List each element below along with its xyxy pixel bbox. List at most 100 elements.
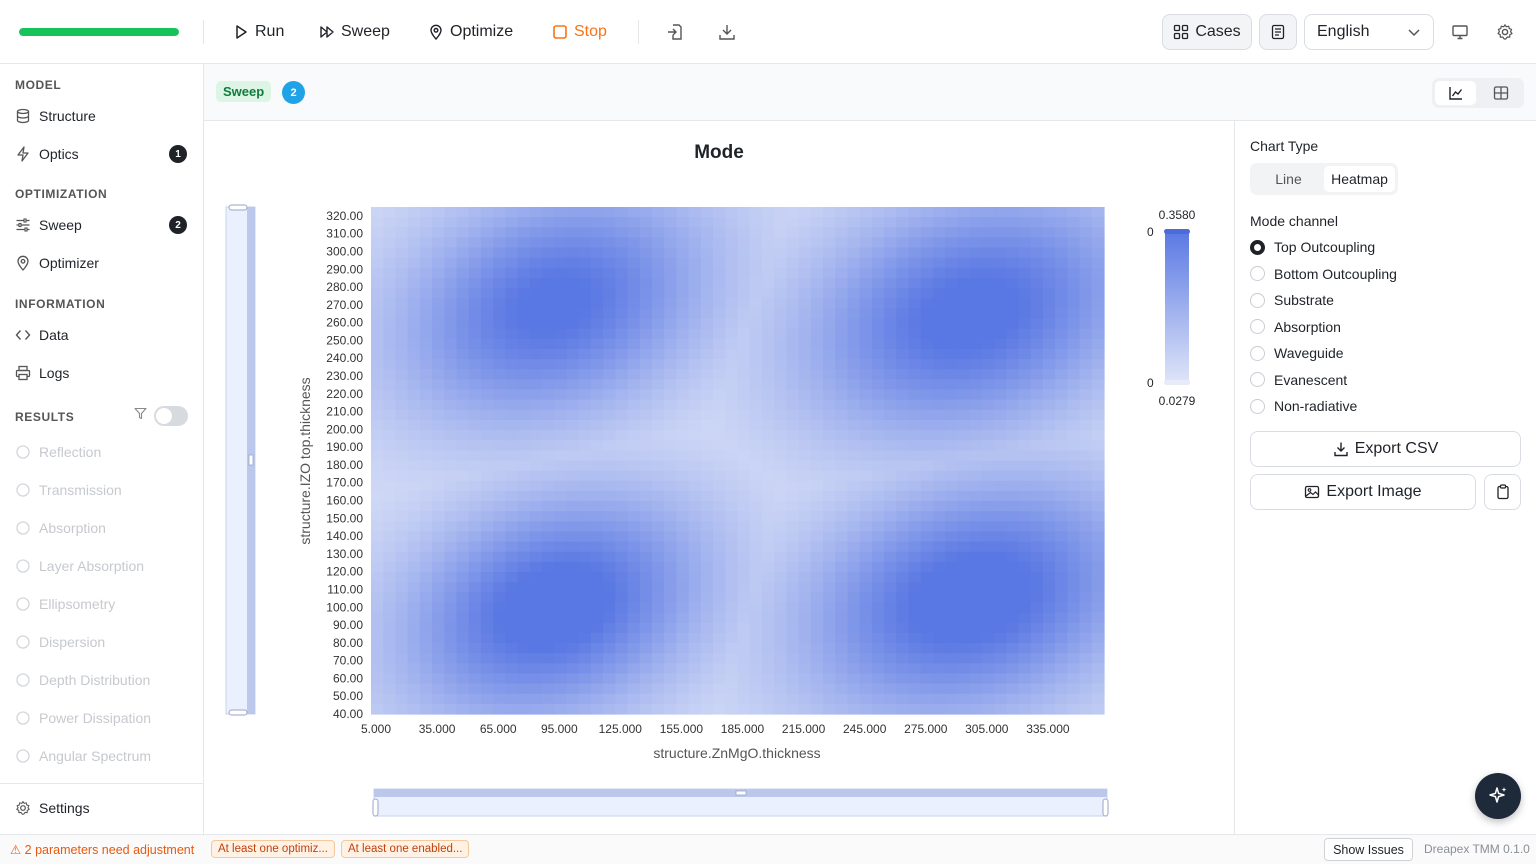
- mode-channel-option[interactable]: Top Outcoupling: [1250, 239, 1375, 255]
- sidebar-item-absorption[interactable]: Absorption: [15, 514, 191, 542]
- filter-icon[interactable]: [134, 407, 147, 420]
- heatmap-cell: [651, 217, 665, 228]
- export-image-button[interactable]: Export Image: [1250, 474, 1476, 510]
- section-information: INFORMATION: [15, 297, 106, 311]
- heatmap-cell: [994, 521, 1007, 533]
- heatmap-cell: [1091, 511, 1105, 522]
- heatmap-cell: [1006, 247, 1020, 259]
- sidebar-item-optimizer[interactable]: Optimizer: [15, 249, 191, 277]
- heatmap-cell: [444, 582, 458, 593]
- sidebar-item-reflection[interactable]: Reflection: [15, 438, 191, 466]
- document-button[interactable]: [1259, 14, 1297, 50]
- sidebar-item-power-dissipation[interactable]: Power Dissipation: [15, 704, 191, 732]
- heatmap-cell: [505, 298, 519, 309]
- heatmap-cell: [884, 551, 897, 563]
- heatmap-cell: [859, 277, 873, 289]
- table-view-button[interactable]: [1480, 81, 1521, 105]
- heatmap-cell: [603, 572, 616, 583]
- heatmap-cell: [932, 419, 946, 431]
- mode-channel-option[interactable]: Substrate: [1250, 292, 1334, 308]
- sidebar-item-dispersion[interactable]: Dispersion: [15, 628, 191, 656]
- heatmap-cell: [749, 348, 763, 360]
- heatmap-cell: [713, 217, 726, 228]
- heatmap-cell: [737, 419, 751, 431]
- mode-channel-option[interactable]: Evanescent: [1250, 372, 1347, 388]
- import-icon[interactable]: [663, 20, 687, 44]
- sidebar-item-data[interactable]: Data: [15, 321, 191, 349]
- heatmap-cell: [945, 277, 958, 289]
- monitor-icon[interactable]: [1448, 20, 1472, 44]
- radio-button[interactable]: [1250, 239, 1265, 255]
- heatmap-cell: [444, 257, 458, 269]
- heatmap-cell: [444, 288, 458, 299]
- heatmap-cell: [1030, 582, 1044, 593]
- heatmap-cell: [920, 663, 934, 675]
- radio-button[interactable]: [1250, 345, 1265, 361]
- mode-channel-option[interactable]: Bottom Outcoupling: [1250, 266, 1397, 282]
- heatmap-cell: [664, 531, 678, 543]
- heatmap-cell: [847, 338, 861, 350]
- heatmap-cell: [798, 703, 812, 715]
- heatmap-cell: [786, 612, 800, 624]
- optimize-button[interactable]: Optimize: [428, 18, 513, 46]
- heatmap-cell: [688, 399, 702, 411]
- show-issues-button[interactable]: Show Issues: [1324, 838, 1413, 861]
- chart-view-button[interactable]: [1435, 81, 1476, 105]
- issue-chip[interactable]: At least one optimiz...: [211, 840, 335, 858]
- x-zoom-slider[interactable]: [372, 788, 1109, 817]
- language-select[interactable]: English: [1304, 14, 1434, 50]
- mode-channel-option[interactable]: Waveguide: [1250, 345, 1344, 361]
- mode-channel-option[interactable]: Absorption: [1250, 319, 1341, 335]
- heatmap-cell: [1030, 338, 1044, 350]
- heatmap-cell: [529, 298, 543, 309]
- radio-button[interactable]: [1250, 372, 1265, 387]
- radio-button[interactable]: [1250, 292, 1265, 308]
- heatmap-cell: [810, 450, 824, 462]
- sidebar-item-layer-absorption[interactable]: Layer Absorption: [15, 552, 191, 580]
- sidebar-item-logs[interactable]: Logs: [15, 359, 191, 387]
- sweep-button[interactable]: Sweep: [319, 18, 390, 46]
- heatmap-cell: [578, 501, 592, 512]
- chart-type-line[interactable]: Line: [1253, 166, 1324, 192]
- cases-button[interactable]: Cases: [1162, 14, 1252, 50]
- sidebar-item-settings[interactable]: Settings: [15, 794, 191, 822]
- ai-assistant-button[interactable]: [1475, 773, 1521, 819]
- radio-button[interactable]: [1250, 398, 1265, 414]
- run-button[interactable]: Run: [233, 18, 284, 46]
- sidebar-item-label: Layer Absorption: [39, 558, 145, 574]
- heatmap-cell: [603, 247, 616, 259]
- sidebar-item-depth-distribution[interactable]: Depth Distribution: [15, 666, 191, 694]
- y-zoom-slider[interactable]: [225, 204, 256, 716]
- heatmap-cell: [932, 440, 946, 451]
- download-icon[interactable]: [715, 20, 739, 44]
- heatmap-cell: [493, 622, 506, 634]
- radio-button[interactable]: [1250, 266, 1265, 281]
- mode-channel-option[interactable]: Non-radiative: [1250, 398, 1357, 414]
- sidebar-item-transmission[interactable]: Transmission: [15, 476, 191, 504]
- results-toggle[interactable]: [154, 406, 188, 426]
- sidebar-item-ellipsometry[interactable]: Ellipsometry: [15, 590, 191, 618]
- heatmap-cell: [493, 602, 506, 614]
- stop-button[interactable]: Stop: [552, 18, 607, 46]
- chart-type-heatmap[interactable]: Heatmap: [1324, 166, 1395, 192]
- heatmap-cell: [664, 359, 678, 370]
- heatmap-cell: [1091, 237, 1105, 249]
- heatmap-cell: [981, 217, 995, 228]
- sidebar-item-angular-spectrum[interactable]: Angular Spectrum: [15, 742, 191, 770]
- sidebar-item-optics[interactable]: Optics 1: [15, 140, 191, 168]
- warning-text[interactable]: ⚠ 2 parameters need adjustment: [10, 842, 194, 857]
- gear-icon[interactable]: [1493, 20, 1517, 44]
- radio-button[interactable]: [1250, 319, 1265, 334]
- heatmap-cell: [517, 541, 531, 553]
- heatmap-cell: [676, 643, 690, 654]
- issue-chip[interactable]: At least one enabled...: [341, 840, 470, 858]
- heatmap-cell: [884, 338, 897, 350]
- heatmap-cell: [798, 460, 812, 472]
- sidebar-item-structure[interactable]: Structure: [15, 102, 191, 130]
- copy-clipboard-button[interactable]: [1484, 474, 1521, 510]
- sidebar-item-sweep[interactable]: Sweep 2: [15, 211, 191, 239]
- export-csv-button[interactable]: Export CSV: [1250, 431, 1521, 467]
- heatmap-cell: [725, 217, 739, 228]
- heatmap-cell: [1006, 257, 1020, 269]
- heatmap-cell: [1042, 298, 1056, 309]
